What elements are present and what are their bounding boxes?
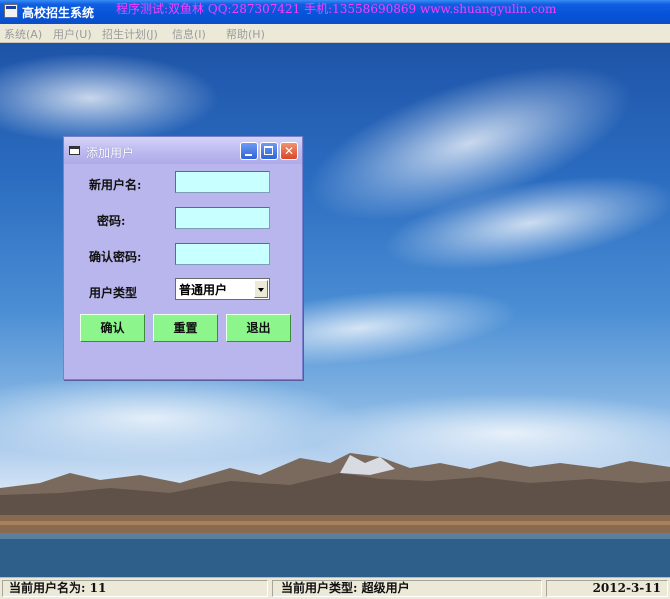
- close-button[interactable]: ✕: [280, 142, 298, 160]
- dropdown-arrow-icon[interactable]: [254, 280, 268, 298]
- title-bar: 高校招生系统 程序测试:双鱼林 QQ:287307421 手机:13558690…: [0, 0, 670, 24]
- status-user-type: 当前用户类型: 超级用户: [272, 580, 542, 597]
- password-label: 密码:: [97, 214, 126, 228]
- status-date: 2012-3-11: [546, 580, 668, 597]
- user-type-select[interactable]: 普通用户: [175, 278, 270, 300]
- user-type-value: 普通用户: [179, 283, 228, 297]
- maximize-button[interactable]: [260, 142, 278, 160]
- user-type-label: 用户类型: [89, 286, 138, 300]
- menu-system[interactable]: 系统(A): [4, 26, 42, 42]
- menu-info[interactable]: 信息(I): [172, 26, 206, 42]
- exit-button[interactable]: 退出: [226, 314, 291, 342]
- dialog-title: 添加用户: [86, 146, 135, 160]
- password-input[interactable]: [175, 207, 270, 229]
- dialog-window-icon: [69, 146, 80, 155]
- minimize-button[interactable]: [240, 142, 258, 160]
- add-user-dialog: 添加用户 ✕ 新用户名: 密码: 确认密码: 用户类型 普通用户 确认 重置 退…: [63, 136, 303, 380]
- menu-bar: 系统(A) 用户(U) 招生计划(J) 信息(I) 帮助(H): [0, 24, 670, 43]
- confirm-password-input[interactable]: [175, 243, 270, 265]
- menu-enrollment-plan[interactable]: 招生计划(J): [102, 26, 158, 42]
- username-input[interactable]: [175, 171, 270, 193]
- confirm-button[interactable]: 确认: [80, 314, 145, 342]
- menu-help[interactable]: 帮助(H): [226, 26, 265, 42]
- status-bar: 当前用户名为: 11 当前用户类型: 超级用户 2012-3-11: [0, 577, 670, 599]
- status-current-user: 当前用户名为: 11: [2, 580, 268, 597]
- app-icon: [4, 4, 18, 18]
- reset-button[interactable]: 重置: [153, 314, 218, 342]
- menu-user[interactable]: 用户(U): [53, 26, 92, 42]
- confirm-password-label: 确认密码:: [89, 250, 142, 264]
- dialog-title-bar: 添加用户 ✕: [64, 137, 302, 164]
- window-title: 高校招生系统: [22, 6, 95, 20]
- username-label: 新用户名:: [89, 178, 142, 192]
- developer-banner: 程序测试:双鱼林 QQ:287307421 手机:13558690869 www…: [116, 2, 557, 16]
